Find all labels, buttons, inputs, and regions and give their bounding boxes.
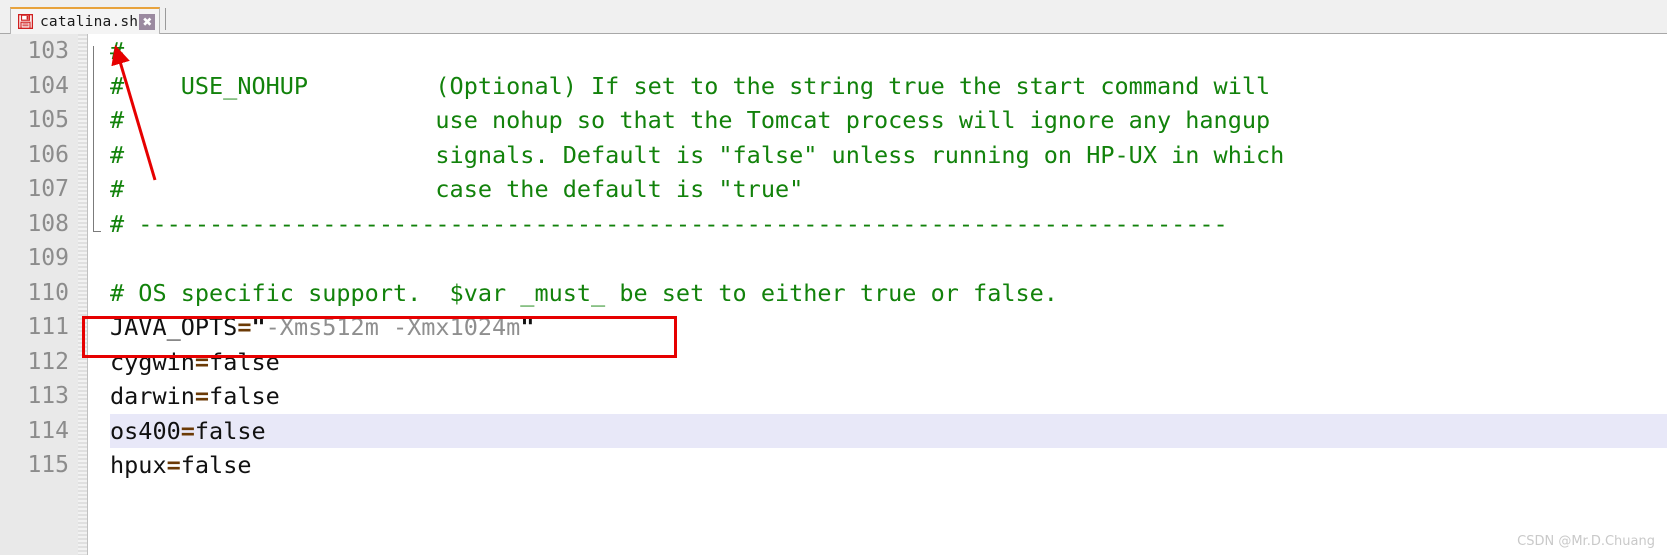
code-line[interactable]: # OS specific support. $var _must_ be se… <box>110 276 1667 311</box>
line-number: 110 <box>27 279 69 306</box>
editor-tab-catalina-sh[interactable]: catalina.sh ✖ <box>10 7 161 34</box>
code-token-plain: hpux <box>110 451 167 479</box>
code-token-plain: false <box>180 451 252 479</box>
code-token-comment: # case the default is "true" <box>110 175 804 203</box>
code-token-op: = <box>194 382 210 410</box>
code-line[interactable]: # signals. Default is "false" unless run… <box>110 138 1667 173</box>
code-token-quote: " <box>251 313 266 341</box>
save-floppy-icon <box>17 13 34 30</box>
code-line[interactable]: # use nohup so that the Tomcat process w… <box>110 103 1667 138</box>
code-token-plain: false <box>209 347 280 376</box>
text-editor-window: catalina.sh ✖ 103 104 105 106 107 108 109 110 11… <box>0 0 1667 555</box>
line-number: 106 <box>27 141 69 168</box>
code-line[interactable] <box>110 241 1667 276</box>
code-token-comment: # USE_NOHUP (Optional) If set to the str… <box>110 71 1271 100</box>
code-line[interactable]: cygwin=false <box>110 345 1667 380</box>
code-line[interactable]: # case the default is "true" <box>110 172 1667 207</box>
line-number: 114 <box>27 417 69 444</box>
code-line[interactable]: JAVA_OPTS="-Xms512m -Xmx1024m" <box>110 310 1667 345</box>
code-token-plain: JAVA_OPTS <box>110 313 238 341</box>
code-token-plain: false <box>209 382 280 410</box>
line-number: 115 <box>27 452 69 478</box>
code-line[interactable]: os400=false <box>110 413 1667 448</box>
code-token-plain: os400 <box>110 416 181 445</box>
code-token-comment: # OS specific support. $var _must_ be se… <box>110 278 1058 307</box>
line-number: 103 <box>27 38 69 64</box>
line-number: 111 <box>27 314 69 340</box>
close-icon[interactable]: ✖ <box>139 13 156 30</box>
code-token-plain: false <box>194 416 266 445</box>
code-token-comment: # use nohup so that the Tomcat process w… <box>110 106 1271 134</box>
code-fold-bracket-icon[interactable] <box>93 46 101 232</box>
watermark-text: CSDN @Mr.D.Chuang <box>1517 534 1655 549</box>
code-token-string: -Xms512m -Xmx1024m <box>265 313 521 341</box>
editor-tab-bar: catalina.sh ✖ <box>0 0 1667 34</box>
code-token-op: = <box>194 347 210 376</box>
line-number: 105 <box>27 107 69 133</box>
line-number: 112 <box>27 348 69 375</box>
code-line-list[interactable]: # # USE_NOHUP (Optional) If set to the st… <box>104 34 1667 555</box>
code-line[interactable]: darwin=false <box>110 379 1667 414</box>
code-line[interactable]: # USE_NOHUP (Optional) If set to the str… <box>110 69 1667 104</box>
editor-tab-label: catalina.sh <box>40 13 139 30</box>
code-token-quote: " <box>520 313 535 341</box>
code-token-op: = <box>237 313 252 341</box>
line-number: 104 <box>27 72 69 99</box>
code-line[interactable]: # --------------------------------------… <box>110 207 1667 242</box>
code-token-comment: # <box>110 37 125 65</box>
line-number: 107 <box>27 176 69 202</box>
code-token-plain: cygwin <box>110 347 195 376</box>
code-token-plain: darwin <box>110 382 195 410</box>
line-number: 108 <box>27 210 69 237</box>
code-token-comment: # signals. Default is "false" unless run… <box>110 140 1285 169</box>
tab-bar-divider <box>165 7 167 30</box>
code-line[interactable]: hpux=false <box>110 448 1667 483</box>
code-token-op: = <box>180 416 195 445</box>
line-number: 109 <box>27 245 69 271</box>
code-folding-column[interactable] <box>88 34 104 555</box>
code-token-op: = <box>166 451 181 479</box>
code-editor-area[interactable]: 103 104 105 106 107 108 109 110 111 112 113 114 115 … <box>0 34 1667 555</box>
code-line[interactable]: # <box>110 34 1667 69</box>
code-token-comment: # --------------------------------------… <box>110 209 1228 238</box>
line-number-gutter[interactable]: 103 104 105 106 107 108 109 110 111 112 113 114 115 <box>0 34 88 555</box>
line-number-list: 103 104 105 106 107 108 109 110 111 112 113 114 115 <box>0 34 87 483</box>
line-number: 113 <box>27 383 69 409</box>
